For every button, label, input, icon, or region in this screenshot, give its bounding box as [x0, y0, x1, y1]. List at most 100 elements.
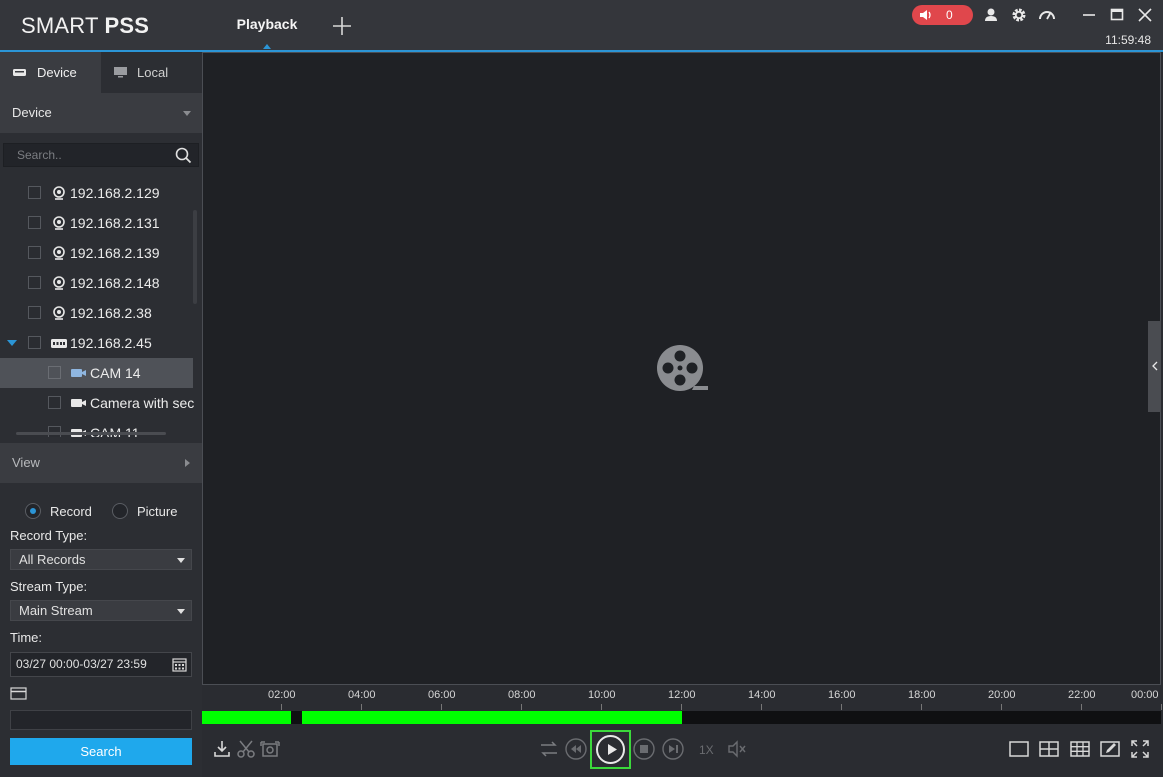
timeline-track[interactable]: [202, 711, 1161, 724]
tree-horizontal-scrollbar[interactable]: [16, 432, 166, 435]
layout-1-icon[interactable]: [1007, 737, 1031, 761]
device-section-header[interactable]: Device: [0, 93, 202, 133]
fullscreen-icon[interactable]: [1128, 737, 1152, 761]
tab-playback[interactable]: Playback: [225, 0, 309, 50]
settings-gear-icon[interactable]: [1010, 6, 1028, 24]
playback-controls: 1X: [202, 726, 1161, 777]
clip-scissors-icon[interactable]: [234, 737, 258, 761]
recorded-segment[interactable]: [302, 711, 682, 724]
alarm-count: 0: [946, 8, 953, 22]
device-tab-icon: [13, 69, 26, 76]
system-clock: 11:59:48: [1105, 33, 1151, 47]
device-section-title: Device: [12, 105, 52, 120]
device-search-input[interactable]: [4, 144, 164, 166]
sync-play-icon[interactable]: [537, 737, 561, 761]
tree-checkbox[interactable]: [48, 366, 61, 379]
search-button[interactable]: Search: [10, 738, 192, 765]
title-bar: SMART PSS Playback 0 11:59:48: [0, 0, 1163, 52]
timeline-tick-mark: [921, 704, 922, 710]
tree-item-label: 192.168.2.139: [70, 245, 160, 261]
search-icon[interactable]: [175, 147, 192, 164]
collapse-side-panel-handle[interactable]: [1148, 321, 1161, 412]
view-section-header[interactable]: View: [0, 443, 202, 483]
tree-item-device[interactable]: 192.168.2.129: [0, 178, 193, 208]
device-tree: 192.168.2.129 192.168.2.131 192.168.2.13…: [0, 175, 202, 437]
timeline-tick-label: 16:00: [828, 689, 856, 701]
logo-text-light: SMART: [21, 13, 105, 38]
close-icon[interactable]: [1136, 6, 1154, 24]
tree-item-channel[interactable]: CAM 14: [0, 358, 193, 388]
speaker-alarm-icon: [920, 10, 931, 20]
tree-vertical-scrollbar[interactable]: [193, 210, 197, 304]
timeline-tick-label: 22:00: [1068, 689, 1096, 701]
timeline-tick-label: 10:00: [588, 689, 616, 701]
playback-timeline[interactable]: 02:00 04:00 06:00 08:00 10:00 12:00 14:0…: [202, 685, 1162, 726]
timeline-tick-label: 04:00: [348, 689, 376, 701]
timeline-tick-mark: [441, 704, 442, 710]
edit-layout-icon[interactable]: [1098, 737, 1122, 761]
tree-checkbox[interactable]: [48, 396, 61, 409]
timeline-tick-mark: [841, 704, 842, 710]
maximize-icon[interactable]: [1108, 6, 1126, 24]
snapshot-icon[interactable]: [258, 737, 282, 761]
next-frame-icon[interactable]: [661, 737, 685, 761]
tree-checkbox[interactable]: [28, 306, 41, 319]
layout-4-icon[interactable]: [1037, 737, 1061, 761]
tab-device-label: Device: [37, 65, 77, 80]
left-panel: Device Local Device 192.168.2.129 192.16…: [0, 52, 202, 777]
tree-item-label: 192.168.2.38: [70, 305, 152, 321]
stream-type-select[interactable]: Main Stream: [10, 600, 192, 621]
tree-checkbox[interactable]: [28, 276, 41, 289]
tree-item-device[interactable]: 192.168.2.139: [0, 238, 193, 268]
timeline-tick-mark: [281, 704, 282, 710]
ip-camera-icon: [53, 186, 65, 200]
time-range-field[interactable]: 03/27 00:00-03/27 23:59: [10, 652, 192, 677]
tree-item-label: CAM 14: [90, 365, 141, 381]
timeline-tick-mark: [1081, 704, 1082, 710]
alarm-badge[interactable]: 0: [912, 5, 973, 25]
timeline-tick-label: 02:00: [268, 689, 296, 701]
performance-gauge-icon[interactable]: [1038, 6, 1056, 24]
tree-item-channel[interactable]: Camera with sec: [0, 388, 194, 418]
rewind-icon[interactable]: [564, 737, 588, 761]
tab-device[interactable]: Device: [0, 52, 101, 93]
expand-arrow-icon[interactable]: [7, 340, 17, 346]
time-range-value: 03/27 00:00-03/27 23:59: [16, 657, 147, 671]
picture-radio[interactable]: [112, 503, 128, 519]
chevron-right-icon: [185, 459, 190, 467]
timeline-tick-label: 00:00: [1131, 689, 1159, 701]
tree-checkbox[interactable]: [28, 216, 41, 229]
picture-radio-label: Picture: [137, 504, 178, 519]
layout-9-icon[interactable]: [1068, 737, 1092, 761]
tree-checkbox[interactable]: [28, 336, 41, 349]
card-icon[interactable]: [10, 687, 27, 700]
add-tab-icon[interactable]: [330, 14, 354, 38]
tree-checkbox[interactable]: [28, 186, 41, 199]
tree-checkbox[interactable]: [28, 246, 41, 259]
card-number-input[interactable]: [10, 710, 192, 730]
dropdown-arrow-icon: [177, 609, 185, 614]
minimize-icon[interactable]: [1080, 6, 1098, 24]
download-icon[interactable]: [210, 737, 234, 761]
tree-item-device[interactable]: 192.168.2.148: [0, 268, 193, 298]
play-button[interactable]: [590, 730, 631, 769]
timeline-tick-mark: [761, 704, 762, 710]
tab-local[interactable]: Local: [101, 52, 202, 93]
record-radio[interactable]: [25, 503, 41, 519]
stop-icon[interactable]: [632, 737, 656, 761]
video-window[interactable]: [202, 52, 1161, 685]
dropdown-arrow-icon: [177, 558, 185, 563]
tree-item-label: CAM 11: [90, 425, 140, 437]
mute-icon[interactable]: [725, 737, 749, 761]
tree-item-label: 192.168.2.131: [70, 215, 160, 231]
tree-item-device[interactable]: 192.168.2.38: [0, 298, 193, 328]
calendar-icon[interactable]: [172, 657, 187, 672]
timeline-tick-label: 14:00: [748, 689, 776, 701]
recorded-segment[interactable]: [202, 711, 291, 724]
tree-item-device[interactable]: 192.168.2.131: [0, 208, 193, 238]
playback-speed[interactable]: 1X: [699, 743, 714, 757]
tree-item-nvr[interactable]: 192.168.2.45: [0, 328, 193, 358]
user-icon[interactable]: [982, 6, 1000, 24]
record-type-select[interactable]: All Records: [10, 549, 192, 570]
app-logo: SMART PSS: [21, 13, 149, 39]
